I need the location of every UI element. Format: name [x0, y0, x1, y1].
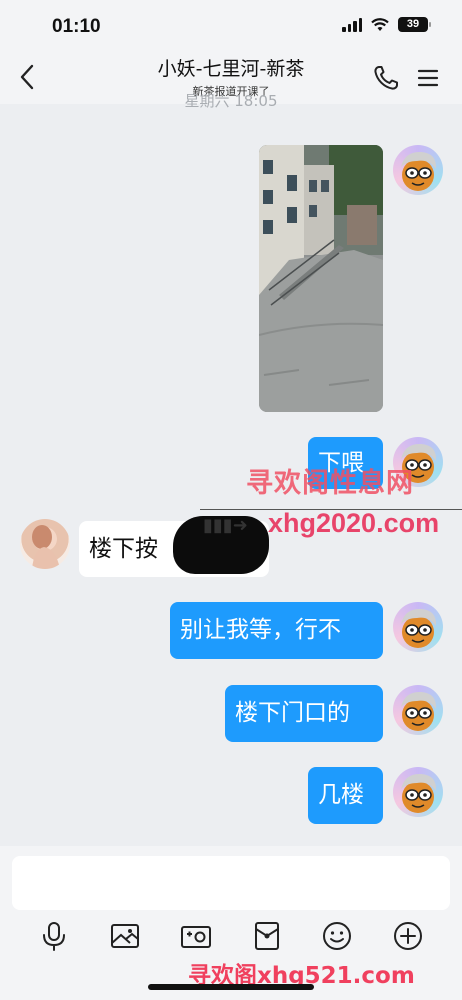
watermark-arrow: ▮▮▮➜ — [203, 515, 248, 536]
phone-icon[interactable] — [372, 64, 400, 92]
message-text: 别让我等，行不 — [180, 617, 341, 643]
self-avatar[interactable] — [393, 685, 443, 735]
home-indicator[interactable] — [148, 984, 314, 990]
message-bubble[interactable]: 几楼 — [308, 767, 383, 824]
status-icons: 39 — [342, 17, 431, 32]
signal-icon — [342, 17, 362, 32]
watermark-site-name: 寻欢阁性息网 — [246, 468, 414, 499]
image-message[interactable] — [259, 145, 383, 412]
message-input[interactable] — [12, 856, 450, 910]
photo-image — [259, 145, 383, 412]
status-bar: 01:10 39 — [0, 0, 462, 52]
self-avatar[interactable] — [393, 602, 443, 652]
message-text: 几楼 — [318, 782, 364, 808]
emoji-icon[interactable] — [320, 919, 354, 953]
message-bubble[interactable]: 楼下门口的 — [225, 685, 383, 742]
message-text: 楼下按 — [89, 535, 158, 562]
status-time: 01:10 — [52, 16, 101, 37]
self-avatar[interactable] — [393, 145, 443, 195]
watermark-site-url: xhg2020.com — [268, 508, 440, 538]
message-text: 楼下门口的 — [235, 700, 350, 726]
wifi-icon — [371, 17, 389, 31]
plus-icon[interactable] — [391, 919, 425, 953]
message-bubble[interactable]: 别让我等，行不 — [170, 602, 383, 659]
camera-icon[interactable] — [179, 919, 213, 953]
self-avatar[interactable] — [393, 767, 443, 817]
contact-avatar[interactable] — [20, 519, 70, 569]
battery-icon: 39 — [398, 17, 431, 32]
red-packet-icon[interactable] — [250, 919, 284, 953]
image-icon[interactable] — [108, 919, 142, 953]
message-timestamp: 星期六 18:05 — [184, 94, 278, 108]
microphone-icon[interactable] — [37, 919, 71, 953]
menu-icon[interactable] — [416, 66, 440, 90]
